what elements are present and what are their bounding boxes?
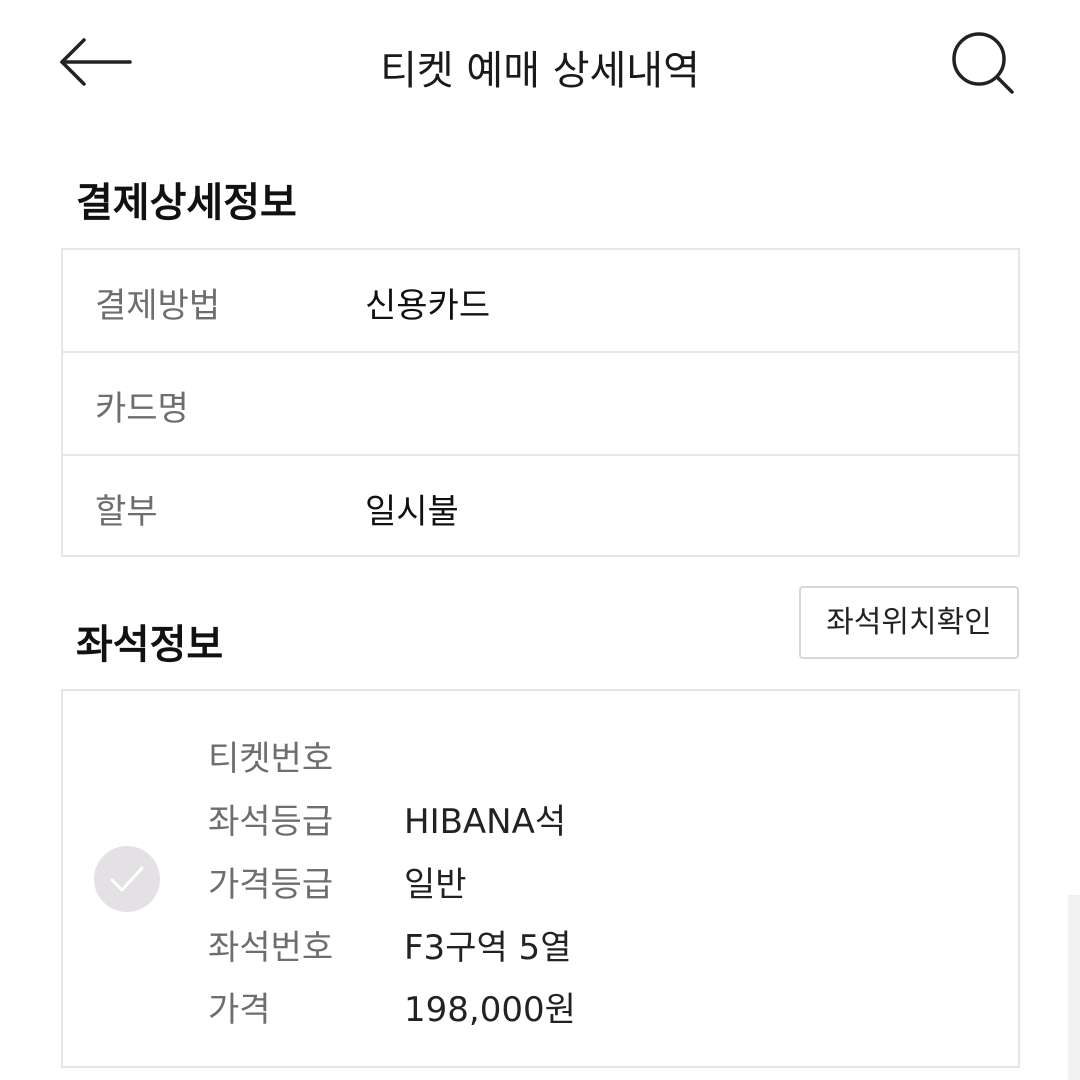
payment-row-method: 결제방법 신용카드 [63,250,1018,351]
scroll-edge [1068,895,1080,1080]
search-button[interactable] [946,28,1018,100]
check-icon [110,866,144,892]
search-icon [952,32,1014,94]
price-value: 198,000원 [404,990,576,1030]
installment-label: 할부 [95,492,158,532]
seat-number-value: F3구역 5열 [404,928,572,968]
payment-row-installment: 할부 일시불 [63,454,1018,555]
payment-method-value: 신용카드 [365,286,491,326]
page-title: 티켓 예매 상세내역 [380,48,700,94]
price-grade-label: 가격등급 [208,865,334,905]
app-header: 티켓 예매 상세내역 [0,0,1080,130]
price-grade-value: 일반 [404,865,467,905]
seat-section-title: 좌석정보 [76,622,224,668]
payment-section-title: 결제상세정보 [76,180,297,226]
price-label: 가격 [208,990,271,1030]
seat-location-button[interactable]: 좌석위치확인 [799,586,1019,659]
seat-select-checkbox[interactable] [94,846,160,912]
seat-grade-label: 좌석등급 [208,802,334,842]
ticket-number-label: 티켓번호 [208,739,334,779]
payment-row-card-name: 카드명 [63,351,1018,452]
payment-detail-table: 결제방법 신용카드 카드명 할부 일시불 [61,248,1020,557]
seat-number-label: 좌석번호 [208,928,334,968]
seat-grade-value: HIBANA석 [404,802,567,842]
card-name-label: 카드명 [95,389,189,429]
installment-value: 일시불 [365,492,459,532]
seat-info-card: 티켓번호 좌석등급 HIBANA석 가격등급 일반 좌석번호 F3구역 5열 가… [61,689,1020,1068]
payment-method-label: 결제방법 [95,286,221,326]
